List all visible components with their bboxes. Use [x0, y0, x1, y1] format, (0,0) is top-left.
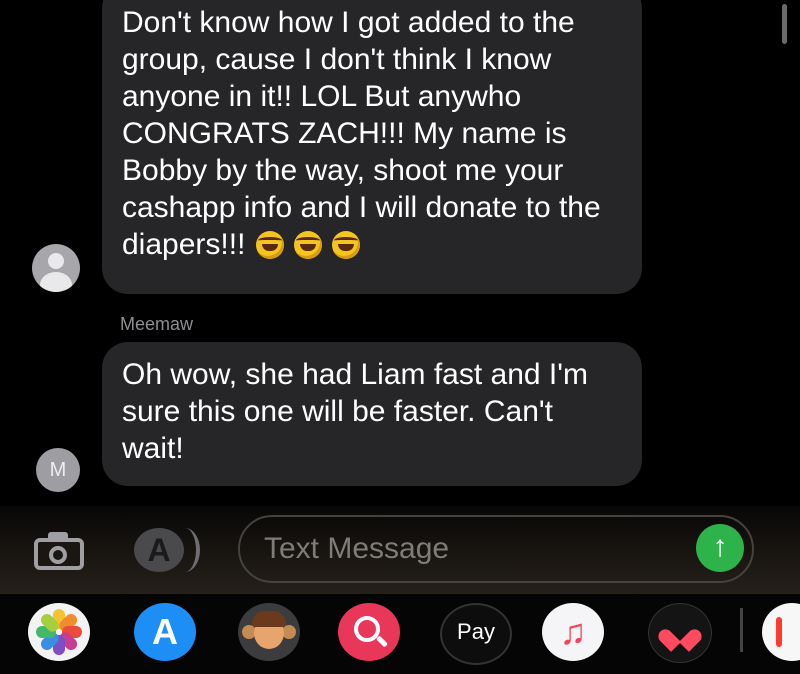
message-input[interactable]: Text Message: [238, 515, 754, 583]
message-line: Don't know how I got added to the: [122, 6, 575, 39]
camera-icon[interactable]: [34, 530, 86, 570]
message-line: group, cause I don't think I know: [122, 43, 552, 76]
laughing-emoji-icon: [332, 231, 361, 259]
laughing-emoji-icon: [255, 231, 284, 259]
message-line: sure this one will be faster. Can't: [122, 395, 553, 428]
message-line: Bobby by the way, shoot me your: [122, 154, 564, 187]
message-bubble-meemaw[interactable]: Oh wow, she had Liam fast and I'm sure t…: [102, 342, 642, 486]
message-line: wait!: [122, 432, 184, 465]
message-line: diapers!!!: [122, 228, 246, 261]
avatar-body: [40, 272, 72, 292]
app-store-icon[interactable]: A: [134, 603, 196, 661]
send-button[interactable]: ↑: [696, 524, 744, 572]
message-line: cashapp info and I will donate to the: [122, 191, 601, 224]
meemaw-avatar[interactable]: M: [36, 448, 80, 492]
message-line: Oh wow, she had Liam fast and I'm: [122, 358, 588, 391]
message-line-last: diapers!!!: [122, 226, 620, 263]
music-icon[interactable]: ♫: [542, 603, 604, 661]
memoji-icon[interactable]: [238, 603, 300, 661]
messages-screen: Don't know how I got added to the group,…: [0, 0, 800, 674]
message-line: anyone in it!! LOL But anywho: [122, 80, 522, 113]
avatar-head: [48, 253, 64, 269]
photos-icon[interactable]: [28, 603, 90, 661]
scrollbar[interactable]: [782, 4, 787, 44]
laughing-emoji-icon: [294, 231, 323, 259]
contact-avatar-icon[interactable]: [32, 244, 80, 292]
search-icon[interactable]: [338, 603, 400, 661]
sender-name: Meemaw: [120, 314, 194, 334]
heart-icon[interactable]: [648, 603, 712, 663]
apps-drawer-toggle[interactable]: [170, 528, 200, 572]
apple-pay-icon[interactable]: Pay: [440, 603, 512, 665]
dock-divider: [740, 608, 743, 652]
apple-pay-label: Pay: [457, 619, 495, 644]
message-line: CONGRATS ZACH!!! My name is: [122, 117, 567, 150]
message-bubble-bobby[interactable]: Don't know how I got added to the group,…: [102, 0, 642, 294]
